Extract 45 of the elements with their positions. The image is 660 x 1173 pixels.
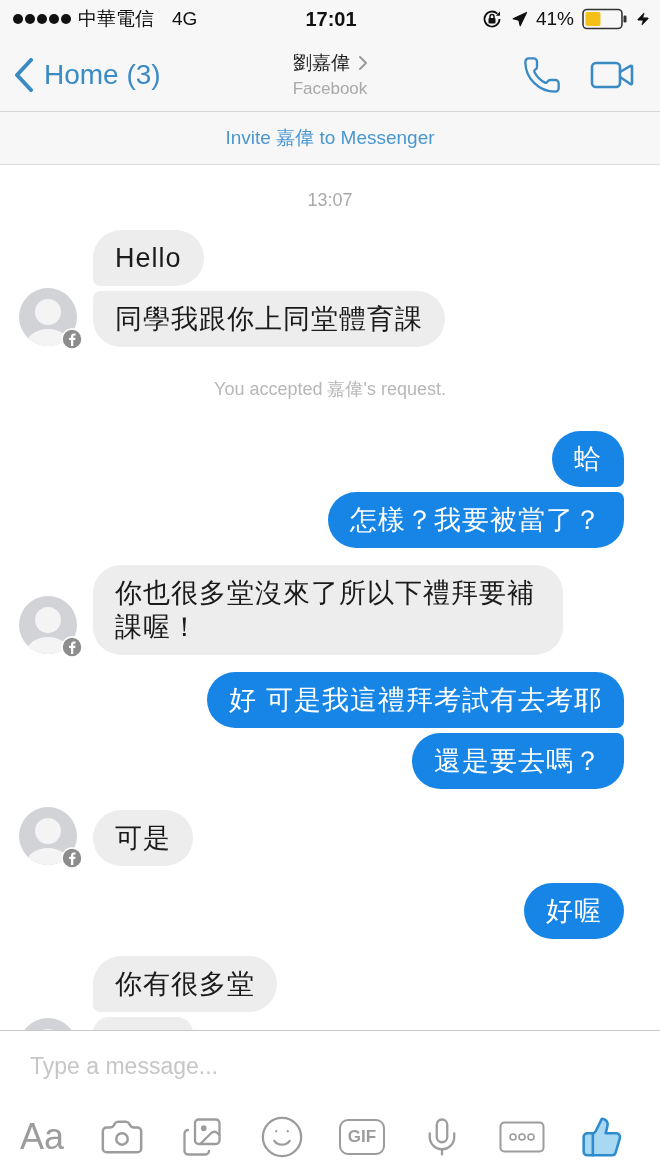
more-button[interactable]	[499, 1121, 545, 1153]
contact-name-button[interactable]: 劉嘉偉	[292, 49, 368, 76]
message-bubble: 你有很多堂	[93, 956, 277, 1012]
timestamp: 13:07	[307, 189, 353, 212]
chevron-left-icon	[14, 57, 34, 92]
back-button[interactable]: Home (3)	[14, 57, 161, 92]
message-bubble: 蛤	[552, 431, 624, 487]
clock-time: 17:01	[305, 8, 357, 30]
thumbs-up-icon	[580, 1115, 624, 1159]
message-bubble: 同學我跟你上同堂體育課	[93, 291, 445, 347]
avatar-icon	[18, 287, 78, 347]
message-bubble: 好 可是我這禮拜考試有去考耶	[207, 672, 624, 728]
text-style-button[interactable]: Aa	[19, 1117, 64, 1157]
message-bubble: 可是	[93, 810, 193, 866]
system-notice: You accepted 嘉偉's request.	[214, 378, 446, 401]
gif-button[interactable]: GIF	[339, 1119, 385, 1155]
battery-icon	[582, 8, 628, 30]
more-icon	[499, 1121, 545, 1153]
call-button[interactable]	[522, 54, 562, 95]
message-bubble: 你也很多堂沒來了所以下禮拜要補課喔！	[93, 565, 563, 655]
message-bubble: 好喔	[524, 883, 624, 939]
invite-link[interactable]: Invite 嘉偉 to Messenger	[225, 125, 435, 151]
logo-badge-icon	[61, 636, 83, 658]
network-type: 4G	[172, 8, 198, 30]
message-input[interactable]: Type a message...	[0, 1031, 660, 1101]
gallery-button[interactable]	[181, 1116, 223, 1158]
avatar-icon	[18, 595, 78, 655]
charging-bolt-icon	[636, 12, 650, 26]
message-bubble: 怎樣？我要被當了？	[328, 492, 624, 548]
contact-subtitle: Facebook	[292, 77, 368, 100]
like-button[interactable]	[580, 1115, 624, 1159]
carrier-name: 中華電信	[78, 8, 154, 30]
chevron-right-icon	[357, 54, 368, 71]
message-bubble: Hello	[93, 230, 204, 286]
logo-badge-icon	[61, 847, 83, 869]
message-bubble: 還是要去嗎？	[412, 733, 624, 789]
smiley-icon	[259, 1114, 305, 1160]
avatar-icon	[18, 806, 78, 866]
battery-percent: 41%	[535, 8, 574, 30]
phone-icon	[522, 54, 562, 95]
signal-strength-icon	[12, 13, 72, 25]
location-arrow-icon	[510, 10, 528, 28]
emoji-button[interactable]	[259, 1114, 305, 1160]
logo-badge-icon	[61, 328, 83, 350]
photos-icon	[181, 1116, 223, 1158]
